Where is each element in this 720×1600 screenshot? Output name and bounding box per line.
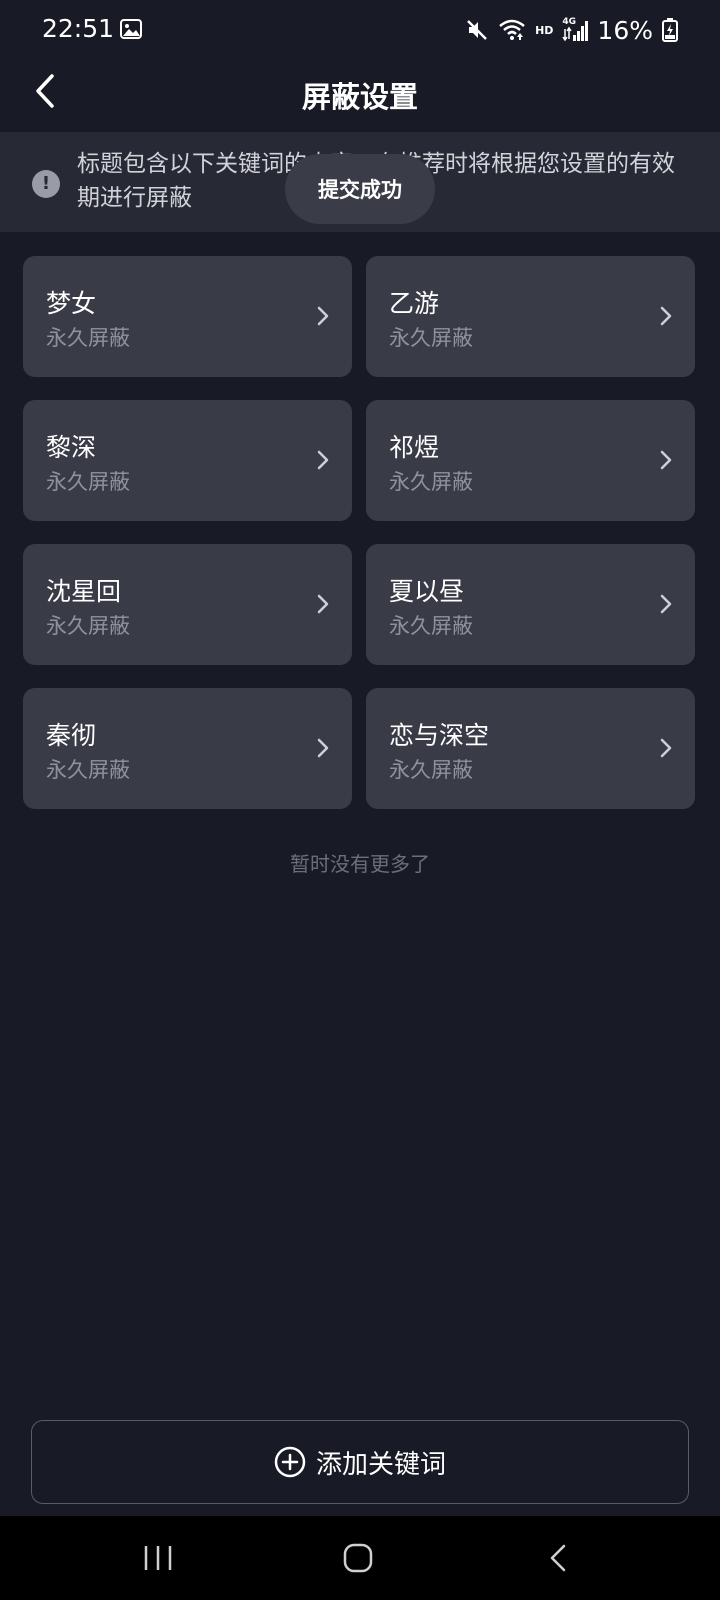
page-title: 屏蔽设置 — [301, 80, 418, 114]
home-icon[interactable] — [338, 1538, 378, 1578]
status-time: 22:51 — [42, 14, 115, 43]
hd-label: HD — [535, 23, 554, 37]
chevron-right-icon — [317, 450, 329, 470]
toast-message: 提交成功 — [285, 154, 435, 224]
status-bar: 22:51 HD 4G 16% — [0, 0, 720, 60]
keyword-card[interactable]: 梦女 永久屏蔽 — [23, 256, 352, 377]
keyword-card[interactable]: 沈星回 永久屏蔽 — [23, 544, 352, 665]
keyword-duration: 永久屏蔽 — [389, 758, 473, 782]
end-of-list-text: 暂时没有更多了 — [290, 852, 430, 876]
chevron-right-icon — [317, 594, 329, 614]
gallery-icon — [120, 19, 142, 39]
keyword-label: 黎深 — [46, 433, 97, 462]
keyword-card[interactable]: 恋与深空 永久屏蔽 — [366, 688, 695, 809]
keyword-card[interactable]: 黎深 永久屏蔽 — [23, 400, 352, 521]
plus-circle-icon — [274, 1446, 306, 1478]
wifi-icon — [499, 19, 525, 40]
chevron-right-icon — [317, 306, 329, 326]
chevron-right-icon — [660, 306, 672, 326]
mute-icon — [467, 20, 487, 40]
keyword-duration: 永久屏蔽 — [389, 326, 473, 350]
add-keyword-button[interactable]: 添加关键词 — [31, 1420, 689, 1504]
keyword-label: 祁煜 — [389, 433, 440, 462]
keyword-label: 乙游 — [389, 289, 440, 318]
chevron-right-icon — [660, 738, 672, 758]
status-icons: HD 4G 16% — [465, 13, 678, 47]
battery-percent: 16% — [597, 15, 653, 45]
battery-charging-icon — [662, 18, 678, 42]
keyword-label: 恋与深空 — [389, 721, 490, 750]
keyword-card[interactable]: 秦彻 永久屏蔽 — [23, 688, 352, 809]
keyword-duration: 永久屏蔽 — [46, 614, 130, 638]
signal-icon: 4G — [562, 17, 589, 43]
keyword-card[interactable]: 祁煜 永久屏蔽 — [366, 400, 695, 521]
info-icon: ! — [32, 170, 60, 198]
keyword-label: 沈星回 — [46, 577, 122, 606]
chevron-right-icon — [660, 450, 672, 470]
chevron-right-icon — [317, 738, 329, 758]
screen: 22:51 HD 4G 16% 屏蔽设置 ! 标题包含以下关键词的内容，在推荐时… — [0, 0, 720, 1600]
keyword-grid: 梦女 永久屏蔽 乙游 永久屏蔽 黎深 永久屏蔽 祁煜 永久屏蔽 沈星回 永久屏蔽… — [23, 256, 695, 809]
keyword-duration: 永久屏蔽 — [46, 326, 130, 350]
keyword-card[interactable]: 乙游 永久屏蔽 — [366, 256, 695, 377]
back-nav-icon[interactable] — [540, 1538, 580, 1578]
keyword-duration: 永久屏蔽 — [46, 758, 130, 782]
keyword-label: 夏以昼 — [389, 577, 465, 606]
header: 屏蔽设置 — [0, 60, 720, 132]
keyword-duration: 永久屏蔽 — [389, 614, 473, 638]
keyword-duration: 永久屏蔽 — [389, 470, 473, 494]
keyword-label: 秦彻 — [46, 721, 97, 750]
system-nav-bar — [0, 1516, 720, 1600]
keyword-duration: 永久屏蔽 — [46, 470, 130, 494]
recent-apps-icon[interactable] — [138, 1538, 178, 1578]
keyword-label: 梦女 — [46, 289, 97, 318]
add-keyword-label: 添加关键词 — [315, 1449, 446, 1480]
chevron-right-icon — [660, 594, 672, 614]
keyword-card[interactable]: 夏以昼 永久屏蔽 — [366, 544, 695, 665]
